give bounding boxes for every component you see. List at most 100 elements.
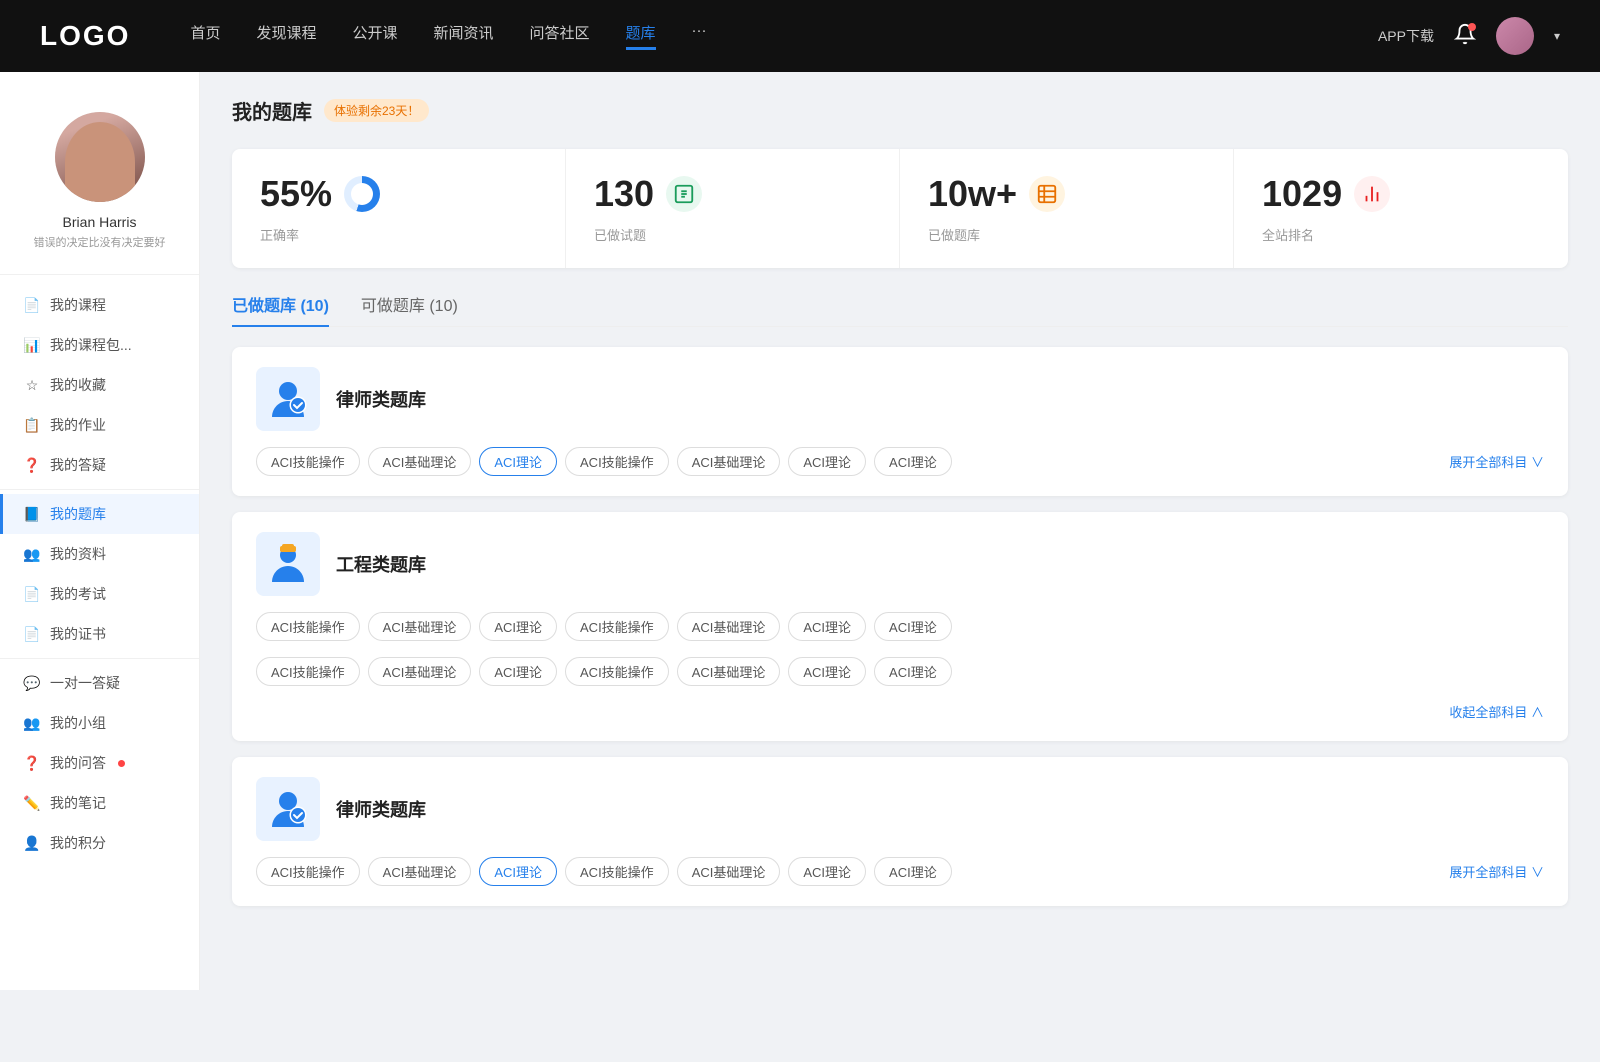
tag-3-3-highlighted[interactable]: ACI理论	[479, 857, 557, 886]
tag-1-5[interactable]: ACI基础理论	[677, 447, 781, 476]
tag-3-6[interactable]: ACI理论	[788, 857, 866, 886]
user-menu-chevron[interactable]: ▾	[1554, 29, 1560, 43]
questions-done-icon	[666, 176, 702, 212]
user-avatar-nav[interactable]	[1496, 17, 1534, 55]
notes-icon: ✏️	[24, 795, 40, 811]
stat-banks-label: 已做题库	[928, 225, 1205, 244]
sidebar-label-one-on-one: 一对一答疑	[50, 673, 120, 693]
bank-card-header-1: 律师类题库	[256, 367, 1544, 431]
sidebar-item-my-data[interactable]: 👥 我的资料	[0, 534, 199, 574]
bank-card-lawyer-2: 律师类题库 ACI技能操作 ACI基础理论 ACI理论 ACI技能操作 ACI基…	[232, 757, 1568, 906]
tag-3-5[interactable]: ACI基础理论	[677, 857, 781, 886]
bank-tabs: 已做题库 (10) 可做题库 (10)	[232, 292, 1568, 327]
nav-link-news[interactable]: 新闻资讯	[434, 22, 494, 50]
user-profile-section: Brian Harris 错误的决定比没有决定要好	[0, 92, 199, 275]
sidebar-item-homework[interactable]: 📋 我的作业	[0, 405, 199, 445]
tag-1-3-highlighted[interactable]: ACI理论	[479, 447, 557, 476]
nav-link-home[interactable]: 首页	[190, 22, 220, 50]
tag-2-3[interactable]: ACI理论	[479, 612, 557, 641]
tag-1-4[interactable]: ACI技能操作	[565, 447, 669, 476]
bank-card-header-2: 工程类题库	[256, 532, 1544, 596]
nav-link-more[interactable]: ···	[692, 22, 707, 50]
stat-ranking-top: 1029	[1262, 173, 1540, 215]
user-avatar	[55, 112, 145, 202]
bank-title-1: 律师类题库	[336, 386, 426, 412]
tag-2-1[interactable]: ACI技能操作	[256, 612, 360, 641]
stat-questions-label: 已做试题	[594, 225, 871, 244]
tag-1-2[interactable]: ACI基础理论	[368, 447, 472, 476]
sidebar-label-my-courses: 我的课程	[50, 295, 106, 315]
tab-done-banks[interactable]: 已做题库 (10)	[232, 292, 329, 326]
sidebar-item-my-questions[interactable]: ❓ 我的答疑	[0, 445, 199, 485]
nav-link-courses[interactable]: 发现课程	[256, 22, 316, 50]
tab-available-banks[interactable]: 可做题库 (10)	[361, 292, 458, 326]
sidebar-item-my-bank[interactable]: 📘 我的题库	[0, 494, 199, 534]
qa-unread-dot	[118, 760, 125, 767]
sidebar-item-favorites[interactable]: ☆ 我的收藏	[0, 365, 199, 405]
sidebar-item-points[interactable]: 👤 我的积分	[0, 823, 199, 863]
tag-2-5[interactable]: ACI基础理论	[677, 612, 781, 641]
user-motto: 错误的决定比没有决定要好	[34, 234, 166, 250]
tag-1-7[interactable]: ACI理论	[874, 447, 952, 476]
nav-link-qa[interactable]: 问答社区	[530, 22, 590, 50]
sidebar-label-my-qa: 我的问答	[50, 753, 106, 773]
sidebar-item-certificate[interactable]: 📄 我的证书	[0, 614, 199, 654]
bank-card-engineer: 工程类题库 ACI技能操作 ACI基础理论 ACI理论 ACI技能操作 ACI基…	[232, 512, 1568, 741]
page-title: 我的题库	[232, 96, 312, 125]
bank-icon: 📘	[24, 506, 40, 522]
sidebar-item-my-courses[interactable]: 📄 我的课程	[0, 285, 199, 325]
notification-bell[interactable]	[1454, 23, 1476, 50]
stat-accuracy-top: 55%	[260, 173, 537, 215]
tag-2-2[interactable]: ACI基础理论	[368, 612, 472, 641]
bank-title-2: 工程类题库	[336, 551, 426, 577]
bar-chart-icon	[1361, 183, 1383, 205]
sidebar-item-groups[interactable]: 👥 我的小组	[0, 703, 199, 743]
tag-2-11[interactable]: ACI技能操作	[565, 657, 669, 686]
course-packs-icon: 📊	[24, 337, 40, 353]
expand-link-1[interactable]: 展开全部科目 ∨	[1449, 452, 1544, 471]
tag-2-12[interactable]: ACI基础理论	[677, 657, 781, 686]
avatar-image	[1496, 17, 1534, 55]
sidebar-item-course-packs[interactable]: 📊 我的课程包...	[0, 325, 199, 365]
tag-2-9[interactable]: ACI基础理论	[368, 657, 472, 686]
sidebar-divider-1	[0, 489, 199, 490]
tag-3-1[interactable]: ACI技能操作	[256, 857, 360, 886]
app-download-button[interactable]: APP下载	[1378, 26, 1434, 46]
tag-1-1[interactable]: ACI技能操作	[256, 447, 360, 476]
tag-2-6[interactable]: ACI理论	[788, 612, 866, 641]
navbar: LOGO 首页 发现课程 公开课 新闻资讯 问答社区 题库 ··· APP下载 …	[0, 0, 1600, 72]
bank-title-3: 律师类题库	[336, 796, 426, 822]
sidebar-label-my-bank: 我的题库	[50, 504, 106, 524]
stat-banks-top: 10w+	[928, 173, 1205, 215]
tag-2-10[interactable]: ACI理论	[479, 657, 557, 686]
stat-ranking: 1029 全站排名	[1234, 149, 1568, 268]
exam-icon: 📄	[24, 586, 40, 602]
tag-2-7[interactable]: ACI理论	[874, 612, 952, 641]
tag-2-14[interactable]: ACI理论	[874, 657, 952, 686]
tag-3-4[interactable]: ACI技能操作	[565, 857, 669, 886]
expand-link-3[interactable]: 展开全部科目 ∨	[1449, 862, 1544, 881]
tag-3-2[interactable]: ACI基础理论	[368, 857, 472, 886]
tag-3-7[interactable]: ACI理论	[874, 857, 952, 886]
stat-accuracy-value: 55%	[260, 173, 332, 215]
sidebar-item-my-qa[interactable]: ❓ 我的问答	[0, 743, 199, 783]
sidebar-label-certificate: 我的证书	[50, 624, 106, 644]
groups-icon: 👥	[24, 715, 40, 731]
nav-links: 首页 发现课程 公开课 新闻资讯 问答社区 题库 ···	[190, 22, 1378, 50]
sidebar-item-my-exam[interactable]: 📄 我的考试	[0, 574, 199, 614]
my-courses-icon: 📄	[24, 297, 40, 313]
collapse-link-2[interactable]: 收起全部科目 ∧	[1449, 702, 1544, 721]
sidebar-item-one-on-one[interactable]: 💬 一对一答疑	[0, 663, 199, 703]
stats-row: 55% 正确率 130 已做	[232, 149, 1568, 268]
tag-1-6[interactable]: ACI理论	[788, 447, 866, 476]
stat-questions-top: 130	[594, 173, 871, 215]
sidebar-label-course-packs: 我的课程包...	[50, 335, 132, 355]
tag-2-4[interactable]: ACI技能操作	[565, 612, 669, 641]
tag-2-13[interactable]: ACI理论	[788, 657, 866, 686]
nav-link-bank[interactable]: 题库	[626, 22, 656, 50]
sidebar-label-favorites: 我的收藏	[50, 375, 106, 395]
bank-icon-lawyer-2	[256, 777, 320, 841]
tag-2-8[interactable]: ACI技能操作	[256, 657, 360, 686]
nav-link-open[interactable]: 公开课	[352, 22, 397, 50]
sidebar-item-notes[interactable]: ✏️ 我的笔记	[0, 783, 199, 823]
